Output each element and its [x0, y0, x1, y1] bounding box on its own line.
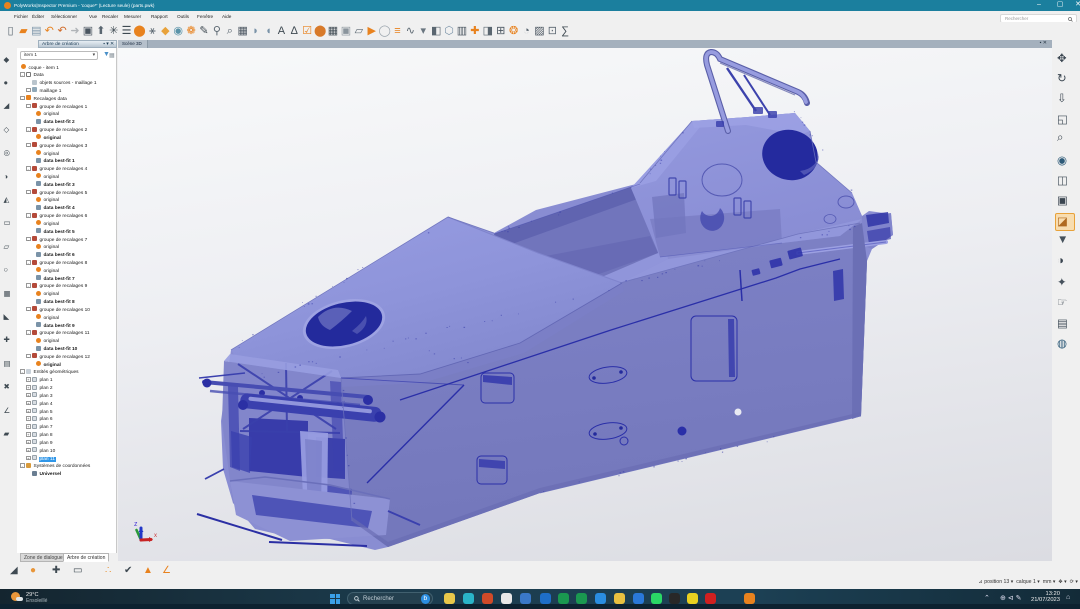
- svg-text:z: z: [134, 521, 138, 528]
- svg-text:x: x: [154, 533, 157, 539]
